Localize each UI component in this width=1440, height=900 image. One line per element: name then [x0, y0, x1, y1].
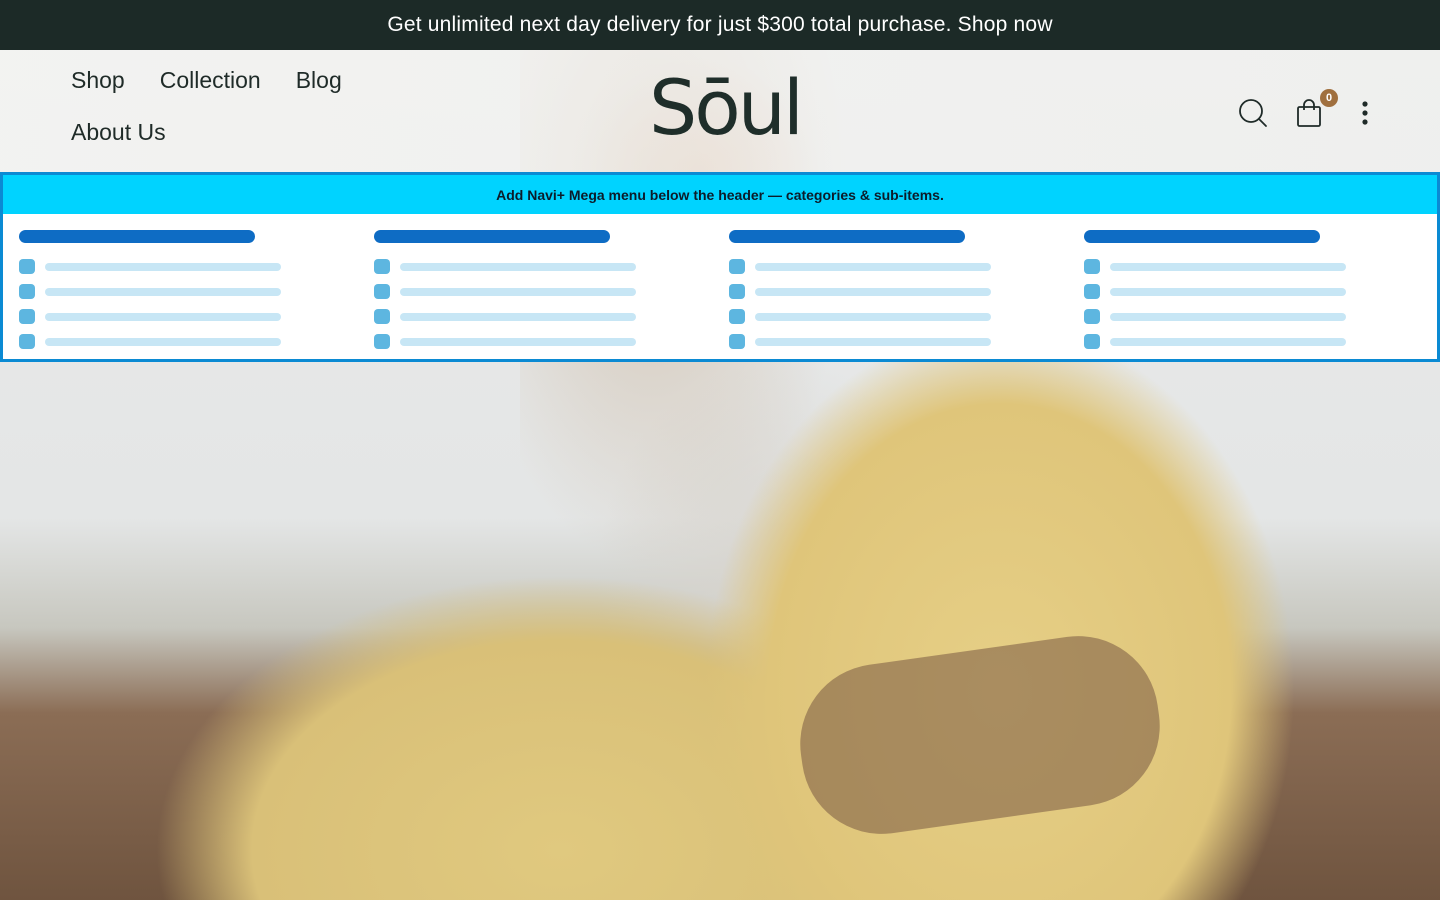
item-label-placeholder	[45, 337, 281, 346]
column-item-placeholder	[1084, 329, 1414, 354]
item-icon-placeholder	[374, 259, 390, 274]
mega-menu-banner: Add Navi+ Mega menu below the header — c…	[3, 175, 1437, 214]
item-label-placeholder	[1110, 262, 1346, 271]
item-label-placeholder	[400, 312, 636, 321]
column-item-placeholder	[729, 279, 1059, 304]
item-label-placeholder	[1110, 337, 1346, 346]
column-item-placeholder	[374, 304, 704, 329]
item-icon-placeholder	[729, 259, 745, 274]
search-button[interactable]	[1238, 98, 1268, 128]
item-label-placeholder	[45, 312, 281, 321]
column-item-placeholder	[729, 304, 1059, 329]
column-item-placeholder	[374, 329, 704, 354]
more-vertical-icon	[1362, 101, 1368, 125]
announcement-text[interactable]: Get unlimited next day delivery for just…	[387, 13, 1052, 37]
announcement-bar[interactable]: Get unlimited next day delivery for just…	[0, 0, 1440, 50]
mega-menu-placeholder: Add Navi+ Mega menu below the header — c…	[0, 172, 1440, 362]
main-nav: Shop Collection Blog About Us	[71, 64, 401, 148]
column-item-placeholder	[1084, 304, 1414, 329]
column-item-placeholder	[729, 254, 1059, 279]
more-menu-button[interactable]	[1350, 98, 1380, 128]
cart-count-badge: 0	[1320, 89, 1338, 107]
column-heading-placeholder	[729, 230, 965, 243]
mega-menu-column	[1084, 230, 1414, 354]
item-icon-placeholder	[729, 309, 745, 324]
item-icon-placeholder	[1084, 309, 1100, 324]
column-item-placeholder	[1084, 279, 1414, 304]
column-item-placeholder	[19, 304, 349, 329]
item-icon-placeholder	[374, 309, 390, 324]
column-item-placeholder	[19, 254, 349, 279]
item-label-placeholder	[400, 262, 636, 271]
site-logo[interactable]: Sōul	[640, 66, 810, 150]
item-icon-placeholder	[374, 334, 390, 349]
item-label-placeholder	[1110, 312, 1346, 321]
item-label-placeholder	[1110, 287, 1346, 296]
nav-link-blog[interactable]: Blog	[296, 64, 342, 96]
nav-link-shop[interactable]: Shop	[71, 64, 125, 96]
item-icon-placeholder	[19, 334, 35, 349]
column-heading-placeholder	[19, 230, 255, 243]
column-heading-placeholder	[1084, 230, 1320, 243]
item-label-placeholder	[400, 337, 636, 346]
item-icon-placeholder	[19, 284, 35, 299]
header-icons: 0	[1238, 89, 1380, 128]
site-header: Shop Collection Blog About Us Sōul 0	[0, 50, 1440, 172]
item-icon-placeholder	[729, 334, 745, 349]
mega-menu-column	[374, 230, 704, 354]
column-item-placeholder	[374, 279, 704, 304]
item-label-placeholder	[755, 312, 991, 321]
cart-button[interactable]: 0	[1294, 89, 1338, 128]
item-icon-placeholder	[374, 284, 390, 299]
column-item-placeholder	[19, 329, 349, 354]
column-item-placeholder	[374, 254, 704, 279]
item-label-placeholder	[45, 262, 281, 271]
item-icon-placeholder	[19, 309, 35, 324]
item-label-placeholder	[755, 337, 991, 346]
mega-menu-column	[19, 230, 349, 354]
search-icon	[1239, 99, 1267, 127]
item-icon-placeholder	[19, 259, 35, 274]
mega-menu-columns	[3, 214, 1437, 359]
cart-icon	[1297, 99, 1321, 127]
column-item-placeholder	[729, 329, 1059, 354]
item-icon-placeholder	[729, 284, 745, 299]
item-icon-placeholder	[1084, 284, 1100, 299]
nav-link-about-us[interactable]: About Us	[71, 116, 166, 148]
column-heading-placeholder	[374, 230, 610, 243]
nav-link-collection[interactable]: Collection	[160, 64, 261, 96]
mega-menu-banner-text: Add Navi+ Mega menu below the header — c…	[496, 186, 944, 203]
item-label-placeholder	[755, 262, 991, 271]
mega-menu-column	[729, 230, 1059, 354]
item-label-placeholder	[400, 287, 636, 296]
item-icon-placeholder	[1084, 259, 1100, 274]
item-label-placeholder	[755, 287, 991, 296]
item-label-placeholder	[45, 287, 281, 296]
column-item-placeholder	[1084, 254, 1414, 279]
hero-arm-shape	[789, 625, 1171, 845]
column-item-placeholder	[19, 279, 349, 304]
item-icon-placeholder	[1084, 334, 1100, 349]
